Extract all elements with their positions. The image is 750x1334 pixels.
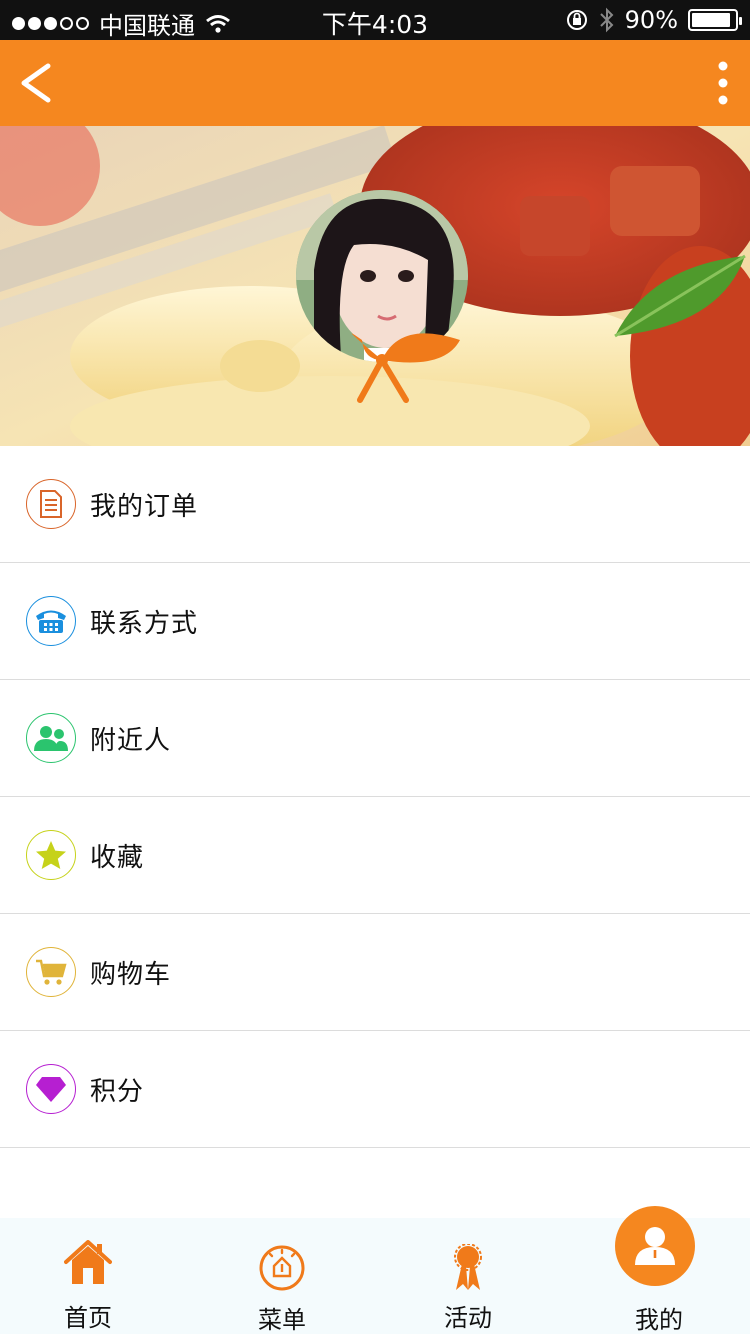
tab-label: 活动 <box>444 1304 492 1332</box>
rotation-lock-icon <box>566 10 587 30</box>
vertical-ellipsis-icon[interactable] <box>708 60 738 106</box>
menu-item-label: 收藏 <box>90 842 145 873</box>
tab-label: 菜单 <box>258 1306 306 1334</box>
menu-dish-icon <box>259 1245 305 1291</box>
tab-menu[interactable]: 菜单 <box>222 1218 342 1334</box>
star-icon <box>26 830 76 880</box>
document-icon <box>26 479 76 529</box>
people-icon <box>26 713 76 763</box>
menu-item-label: 积分 <box>90 1076 145 1107</box>
menu-item-favorites[interactable]: 收藏 <box>0 797 750 914</box>
menu-item-cart[interactable]: 购物车 <box>0 914 750 1031</box>
menu-item-nearby[interactable]: 附近人 <box>0 680 750 797</box>
tab-bar: 首页 菜单 活动 我的 <box>0 1206 750 1334</box>
battery-icon <box>688 9 742 31</box>
tab-me-badge <box>615 1206 695 1286</box>
avatar[interactable] <box>294 190 470 410</box>
menu-item-points[interactable]: 积分 <box>0 1031 750 1148</box>
tab-me[interactable]: 我的 <box>599 1206 719 1334</box>
telephone-icon <box>26 596 76 646</box>
menu-item-label: 联系方式 <box>90 608 199 639</box>
user-icon <box>635 1227 675 1265</box>
diamond-icon <box>26 1064 76 1114</box>
profile-menu: 我的订单 联系方式 附近人 收藏 购物车 积分 <box>0 446 750 1148</box>
tab-label: 我的 <box>635 1306 683 1334</box>
cart-icon <box>26 947 76 997</box>
profile-banner <box>0 126 750 446</box>
home-icon <box>64 1240 112 1284</box>
menu-item-contact[interactable]: 联系方式 <box>0 563 750 680</box>
menu-item-label: 购物车 <box>90 959 172 990</box>
tab-home[interactable]: 首页 <box>28 1218 148 1334</box>
chevron-left-icon[interactable] <box>14 58 64 108</box>
status-bar: 中国联通 下午4:03 90% <box>0 0 750 40</box>
tab-label: 首页 <box>64 1304 112 1332</box>
tab-events[interactable]: 活动 <box>408 1218 528 1334</box>
menu-item-label: 我的订单 <box>90 491 199 522</box>
menu-item-orders[interactable]: 我的订单 <box>0 446 750 563</box>
battery-percent: 90% <box>624 6 678 34</box>
bluetooth-icon <box>599 7 614 33</box>
menu-item-label: 附近人 <box>90 725 172 756</box>
ribbon-icon <box>454 1244 482 1290</box>
status-right: 90% <box>565 6 742 34</box>
nav-bar <box>0 40 750 126</box>
